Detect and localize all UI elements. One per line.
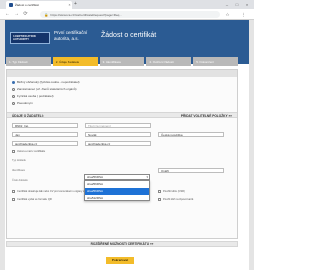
checkbox-icon	[12, 150, 15, 153]
radio-label: Zaměstnanec (vč. členů statutárních orgá…	[17, 87, 77, 91]
applicant-section-title: ÚDAJE O ŽADATELI:	[12, 113, 44, 118]
browser-toolbar: ← → ⟳ 🔒 https://www.ica.cz/IcaCertificat…	[0, 9, 254, 20]
checkbox-icon	[12, 190, 15, 193]
logo[interactable]: I.CERTIFICATION AUTHORITY	[10, 32, 50, 44]
radio-icon	[12, 87, 15, 91]
window-close-button[interactable]: ×	[242, 1, 252, 8]
qr-format-checkbox[interactable]: Certifikát vydat ve formátu QR	[12, 198, 52, 201]
checkbox-icon	[158, 190, 161, 193]
email-input[interactable]: jan@jadertika.cz	[12, 141, 78, 146]
radio-certificate-type-2[interactable]: Zaměstnanec (vč. členů statutárních orgá…	[12, 87, 77, 91]
browser-tab[interactable]: Žádost o certifikát ×	[6, 1, 72, 9]
favicon-icon	[9, 3, 13, 7]
country-select[interactable]: Česká republika	[158, 132, 224, 137]
applicant-section-header: ÚDAJE O ŽADATELI: PŘIDAT VOLITELNÉ POLOŽ…	[7, 112, 237, 118]
url-text: https://www.ica.cz/IcaCertificateRequest…	[50, 12, 122, 17]
dropdown-option[interactable]: sha512RSA	[85, 195, 149, 202]
browser-tab-strip: Žádost o certifikát × + – □ ×	[0, 0, 254, 9]
step-5[interactable]: 5. Dokončení	[193, 57, 238, 66]
dropdown-option-highlighted[interactable]: sha256RSA	[85, 188, 149, 195]
minimize-button[interactable]: –	[222, 1, 232, 8]
radio-certificate-type-3[interactable]: Fyzická osoba ( podnikatel)	[12, 94, 54, 98]
first-name-input[interactable]: Jan	[12, 132, 78, 137]
include-email-checkbox[interactable]: Uvést e-mail v certifikátu	[12, 150, 45, 153]
checkbox-label: Použití klíče (CSR)	[163, 190, 185, 193]
advanced-options-link[interactable]: ROZŠÍŘENÉ MOŽNOSTI CERTIFIKÁTU »»	[6, 241, 238, 247]
tab-title: Žádost o certifikát	[15, 3, 39, 7]
new-tab-button[interactable]: +	[74, 1, 77, 8]
title-before-input[interactable]: RNDr. Ing.	[12, 123, 78, 128]
site-container: I.CERTIFICATION AUTHORITY První certifik…	[5, 20, 249, 270]
last-name-input[interactable]: Novák	[85, 132, 151, 137]
id-type-label: Typ dokladu	[12, 159, 26, 162]
checkbox-icon	[158, 198, 161, 201]
page-viewport: I.CERTIFICATION AUTHORITY První certifik…	[0, 20, 254, 270]
forward-icon[interactable]: →	[13, 11, 20, 18]
checkbox-icon	[12, 198, 15, 201]
checkbox-label: Uvést e-mail v certifikátu	[17, 150, 46, 153]
radio-icon	[12, 101, 15, 105]
close-tab-icon[interactable]: ×	[67, 3, 72, 7]
radio-selected-icon	[12, 80, 15, 84]
form-panel: Běžný občanský (fyzická osoba - nepodnik…	[6, 69, 238, 239]
back-icon[interactable]: ←	[4, 11, 11, 18]
key-usage-checkbox[interactable]: Použití klíče (CSR)	[158, 190, 185, 193]
page-title: Žádost o certifikát	[101, 32, 157, 39]
checkbox-label: Použít klíč na čipové kartě	[163, 198, 194, 201]
wizard-steps: 1. Typ žádosti 2. Údaje žadatele 3. Iden…	[6, 57, 238, 66]
radio-label: Pseudonym	[17, 101, 33, 105]
radio-label: Běžný občanský (fyzická osoba - nepodnik…	[17, 80, 80, 84]
smart-card-checkbox[interactable]: Použít klíč na čipové kartě	[158, 198, 193, 201]
dropdown-option[interactable]: sha256RSA	[85, 181, 149, 188]
verify-field[interactable]: Ověřit	[158, 168, 224, 173]
radio-icon	[12, 94, 15, 98]
id-number-label-2: Číslo dokladu	[12, 179, 28, 182]
id-number-label: Identifikace	[12, 169, 26, 172]
radio-certificate-type-1[interactable]: Běžný občanský (fyzická osoba - nepodnik…	[12, 80, 80, 84]
bookmark-star-icon[interactable]: ☆	[224, 11, 231, 18]
add-optional-fields-link[interactable]: PŘIDAT VOLITELNÉ POLOŽKY »»	[181, 114, 232, 118]
email-confirm-input[interactable]: jan@jadertika.cz	[85, 141, 151, 146]
continue-button[interactable]: Pokračovat	[106, 257, 134, 264]
address-bar[interactable]: 🔒 https://www.ica.cz/IcaCertificateReque…	[40, 11, 220, 18]
step-3[interactable]: 3. Identifikace	[99, 57, 145, 66]
step-2[interactable]: 2. Údaje žadatele	[52, 57, 98, 66]
checkbox-label: Certifikát vydat ve formátu QR	[17, 198, 52, 201]
title-after-input[interactable]: Titul (za jménem)	[85, 123, 151, 128]
step-1[interactable]: 1. Typ žádosti	[6, 57, 51, 66]
maximize-button[interactable]: □	[232, 1, 242, 8]
radio-certificate-type-4[interactable]: Pseudonym	[12, 101, 33, 105]
lock-icon: 🔒	[44, 12, 49, 17]
select-value: sha256RSA	[87, 175, 104, 179]
reload-icon[interactable]: ⟳	[22, 11, 29, 18]
browser-menu-icon[interactable]: ⋮	[240, 11, 247, 18]
logo-line-2: AUTHORITY	[13, 38, 30, 41]
company-name: První certifikační autorita, a.s.	[54, 30, 88, 41]
panel-header	[7, 70, 237, 77]
hash-algorithm-options: sha256RSA sha256RSA sha512RSA	[84, 180, 150, 201]
radio-label: Fyzická osoba ( podnikatel)	[17, 94, 54, 98]
step-4[interactable]: 4. Ověření žádosti	[146, 57, 192, 66]
